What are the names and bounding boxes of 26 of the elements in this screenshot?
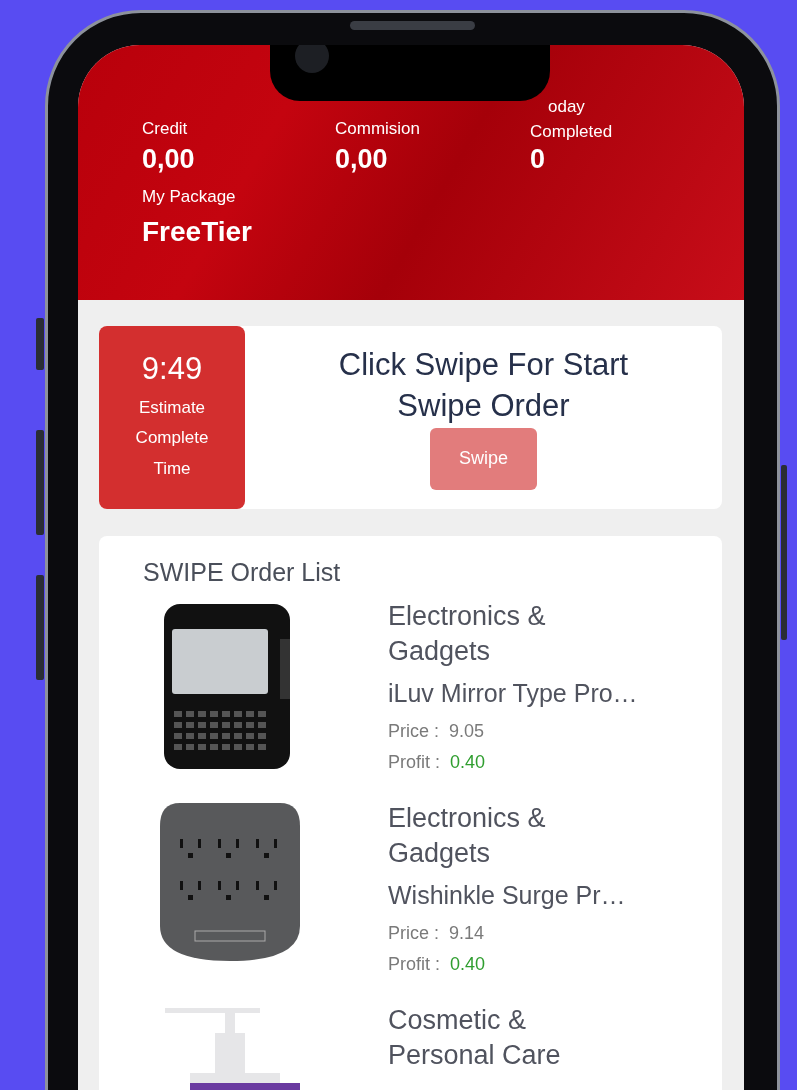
product-name: Wishinkle Surge Pr… xyxy=(388,881,627,911)
order-list-title: SWIPE Order List xyxy=(143,558,341,586)
price-value: 9.14 xyxy=(449,922,485,946)
product-category: Electronics & Gadgets xyxy=(388,600,547,669)
profit-value: 0.40 xyxy=(450,750,486,774)
profit-label: Profit : xyxy=(388,952,440,976)
camera-lens xyxy=(295,45,329,73)
stat-label: Credit xyxy=(142,118,189,141)
profit-label: Profit : xyxy=(388,750,440,774)
stat-value: 0 xyxy=(530,144,547,176)
stat-label: Commision xyxy=(335,118,422,141)
product-category: Electronics & Gadgets xyxy=(388,802,547,871)
package-value: FreeTier xyxy=(142,216,253,249)
product-name: iLuv Mirror Type Pro… xyxy=(388,679,639,709)
profit-value: 0.40 xyxy=(450,952,486,976)
stat-label: oday Completed xyxy=(530,96,614,143)
timer-caption: Estimate Complete Time xyxy=(134,396,210,480)
timer-value: 9:49 xyxy=(141,350,203,387)
stat-value: 0,00 xyxy=(335,144,389,176)
stat-value: 0,00 xyxy=(142,144,196,176)
price-label: Price : xyxy=(388,922,439,946)
product-category: Cosmetic & Personal Care xyxy=(388,1004,562,1073)
price-label: Price : xyxy=(388,720,439,744)
swipe-instruction: Click Swipe For Start Swipe Order xyxy=(337,346,630,425)
price-value: 9.05 xyxy=(449,720,485,744)
package-label: My Package xyxy=(142,186,237,209)
